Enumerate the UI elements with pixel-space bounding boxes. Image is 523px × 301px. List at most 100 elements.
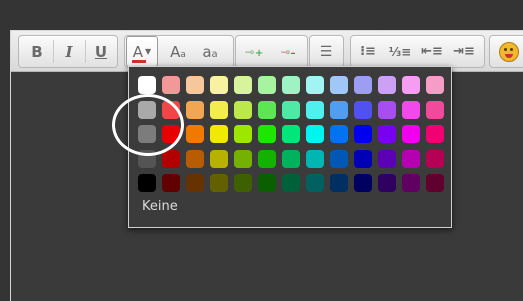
color-swatch[interactable] bbox=[258, 125, 276, 143]
color-swatch[interactable] bbox=[234, 174, 252, 192]
color-swatch[interactable] bbox=[378, 149, 396, 168]
color-swatch[interactable] bbox=[234, 76, 252, 94]
color-swatch[interactable] bbox=[426, 174, 444, 192]
color-swatch[interactable] bbox=[138, 125, 156, 143]
font-face-button[interactable]: aa bbox=[195, 36, 225, 67]
no-color-option[interactable]: Keine bbox=[142, 199, 178, 214]
color-swatch[interactable] bbox=[186, 174, 204, 192]
text-style-group: B I U bbox=[18, 35, 118, 68]
color-swatch[interactable] bbox=[354, 174, 372, 192]
font-size-button[interactable]: Aa bbox=[163, 36, 193, 67]
color-swatch[interactable] bbox=[426, 76, 444, 94]
font-color-letter: A bbox=[132, 42, 144, 61]
color-swatch[interactable] bbox=[354, 76, 372, 94]
font-color-button[interactable]: A ▼ bbox=[126, 36, 158, 67]
numbered-list-button[interactable]: ⅓≡ bbox=[385, 36, 415, 67]
color-swatch[interactable] bbox=[282, 149, 300, 168]
color-swatch[interactable] bbox=[354, 149, 372, 168]
font-size-letter: A bbox=[170, 42, 181, 61]
color-swatch[interactable] bbox=[282, 174, 300, 192]
color-swatch[interactable] bbox=[426, 100, 444, 119]
color-swatch[interactable] bbox=[354, 100, 372, 119]
italic-label: I bbox=[65, 42, 73, 61]
color-swatch[interactable] bbox=[258, 100, 276, 119]
color-swatch[interactable] bbox=[378, 100, 396, 119]
color-swatch[interactable] bbox=[162, 100, 180, 119]
list-group: ⁝≡ ⅓≡ ⇤≡ ⇥≡ bbox=[350, 35, 485, 68]
link-icon: ⊸+ bbox=[244, 44, 264, 59]
color-swatch[interactable] bbox=[306, 100, 324, 119]
bullet-list-button[interactable]: ⁝≡ bbox=[353, 36, 383, 67]
color-swatch[interactable] bbox=[402, 125, 420, 143]
color-swatch[interactable] bbox=[378, 174, 396, 192]
color-swatch[interactable] bbox=[282, 76, 300, 94]
color-swatch[interactable] bbox=[258, 174, 276, 192]
color-swatch[interactable] bbox=[162, 174, 180, 192]
underline-button[interactable]: U bbox=[86, 36, 116, 67]
color-swatch[interactable] bbox=[138, 76, 156, 94]
bold-button[interactable]: B bbox=[22, 36, 52, 67]
color-swatch[interactable] bbox=[306, 125, 324, 143]
color-swatch[interactable] bbox=[186, 149, 204, 168]
color-swatch[interactable] bbox=[378, 76, 396, 94]
remove-link-button[interactable]: ⊸– bbox=[273, 36, 303, 67]
color-swatch[interactable] bbox=[330, 174, 348, 192]
emoticon-button[interactable] bbox=[494, 36, 523, 67]
color-swatch[interactable] bbox=[354, 125, 372, 143]
font-size-icon: Aa bbox=[170, 43, 186, 61]
chevron-down-icon: ▼ bbox=[145, 47, 152, 56]
emoticon-icon bbox=[499, 41, 519, 62]
color-swatch[interactable] bbox=[138, 100, 156, 119]
color-swatch[interactable] bbox=[210, 125, 228, 143]
color-swatch[interactable] bbox=[426, 149, 444, 168]
color-swatch[interactable] bbox=[234, 100, 252, 119]
underline-label: U bbox=[94, 42, 108, 61]
bullet-list-icon: ⁝≡ bbox=[360, 44, 376, 59]
outdent-icon: ⇤≡ bbox=[421, 44, 443, 59]
color-swatch[interactable] bbox=[186, 76, 204, 94]
indent-button[interactable]: ⇥≡ bbox=[449, 36, 479, 67]
insert-link-button[interactable]: ⊸+ bbox=[239, 36, 269, 67]
color-swatch[interactable] bbox=[234, 125, 252, 143]
color-swatch[interactable] bbox=[258, 149, 276, 168]
color-swatch[interactable] bbox=[402, 76, 420, 94]
color-swatch[interactable] bbox=[210, 149, 228, 168]
font-face-icon: aa bbox=[202, 43, 217, 61]
color-swatch[interactable] bbox=[402, 174, 420, 192]
unlink-icon: ⊸– bbox=[280, 44, 296, 59]
color-swatch[interactable] bbox=[402, 149, 420, 168]
color-swatch[interactable] bbox=[402, 100, 420, 119]
color-swatch[interactable] bbox=[186, 100, 204, 119]
align-left-icon: ☰ bbox=[319, 43, 333, 60]
color-swatch[interactable] bbox=[210, 100, 228, 119]
color-swatch[interactable] bbox=[162, 125, 180, 143]
color-swatch[interactable] bbox=[138, 174, 156, 192]
outdent-button[interactable]: ⇤≡ bbox=[417, 36, 447, 67]
italic-button[interactable]: I bbox=[54, 36, 84, 67]
color-swatch[interactable] bbox=[306, 76, 324, 94]
color-swatch[interactable] bbox=[330, 149, 348, 168]
color-swatch[interactable] bbox=[210, 76, 228, 94]
font-face-letter: a bbox=[202, 42, 212, 61]
color-swatch[interactable] bbox=[162, 149, 180, 168]
emoticon-group bbox=[489, 35, 523, 68]
color-swatch[interactable] bbox=[282, 125, 300, 143]
color-swatch[interactable] bbox=[330, 76, 348, 94]
align-left-button[interactable]: ☰ bbox=[311, 36, 341, 67]
color-swatch[interactable] bbox=[306, 174, 324, 192]
color-swatch[interactable] bbox=[210, 174, 228, 192]
color-swatch[interactable] bbox=[330, 100, 348, 119]
color-swatch[interactable] bbox=[282, 100, 300, 119]
color-swatch[interactable] bbox=[378, 125, 396, 143]
color-swatch[interactable] bbox=[426, 125, 444, 143]
color-swatch[interactable] bbox=[162, 76, 180, 94]
color-swatch[interactable] bbox=[234, 149, 252, 168]
font-color-underline bbox=[131, 59, 146, 63]
color-swatch[interactable] bbox=[138, 149, 156, 168]
color-swatch[interactable] bbox=[186, 125, 204, 143]
link-group: ⊸+ ⊸– bbox=[235, 35, 308, 68]
color-swatch[interactable] bbox=[258, 76, 276, 94]
color-swatch[interactable] bbox=[330, 125, 348, 143]
font-group: A ▼ Aa aa bbox=[124, 35, 234, 68]
color-swatch[interactable] bbox=[306, 149, 324, 168]
